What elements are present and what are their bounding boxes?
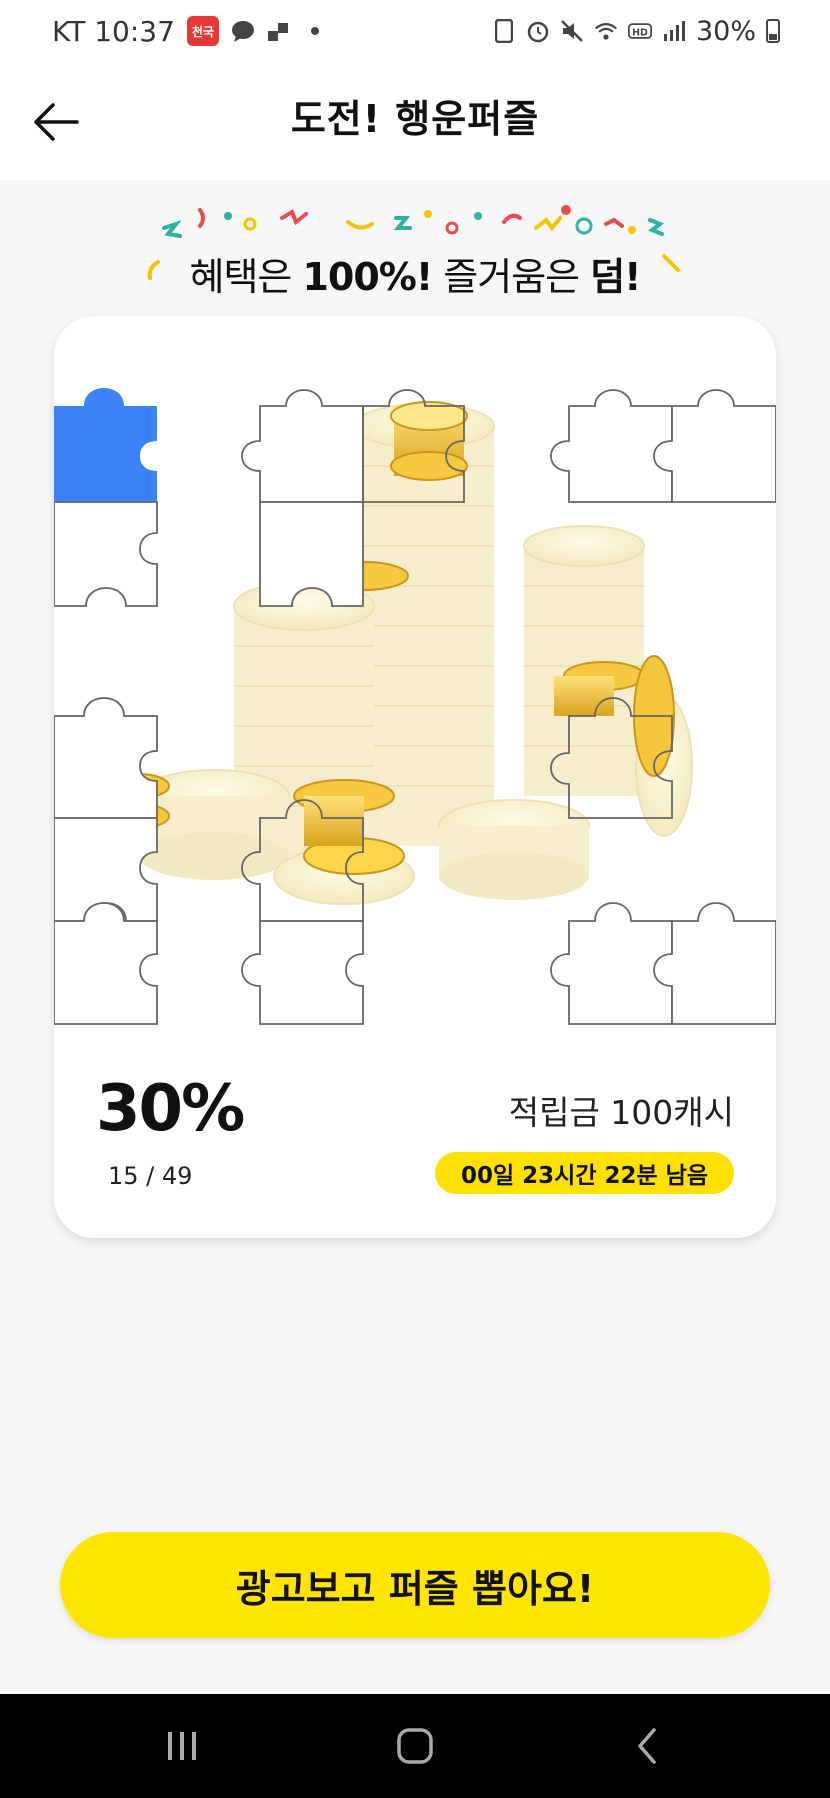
puzzle-card: 30% 15 / 49 적립금 100캐시 00일 23시간 22분 남음 <box>54 316 776 1238</box>
home-button[interactable] <box>385 1718 445 1774</box>
back-icon <box>638 1728 656 1764</box>
puzzle-piece <box>653 902 776 1025</box>
wifi-icon <box>594 19 618 43</box>
cta-label: 광고보고 퍼즐 뽑아요! <box>235 1566 595 1611</box>
watch-ad-draw-button[interactable]: 광고보고 퍼즐 뽑아요! <box>60 1532 770 1638</box>
battery-icon <box>766 19 780 43</box>
banner-text-2: 100%! <box>302 255 433 299</box>
app-notification-icon: 천국 <box>186 16 219 46</box>
puzzle-piece <box>653 389 776 503</box>
status-left: KT 10:37 천국 <box>52 15 327 48</box>
promo-banner: 혜택은 100%! 즐거움은 덤! <box>0 200 830 300</box>
page-title: 도전! 행운퍼즐 <box>290 97 540 141</box>
recent-apps-button[interactable] <box>152 1718 212 1774</box>
home-icon <box>397 1728 433 1764</box>
reward-label: 적립금 100캐시 <box>508 1093 734 1132</box>
puzzle-board[interactable] <box>54 386 776 1056</box>
system-nav-bar <box>0 1694 830 1798</box>
puzzle-piece <box>241 389 364 503</box>
time-left-text: 00일 23시간 22분 남음 <box>460 1163 708 1189</box>
puzzle-piece <box>54 501 158 607</box>
coin-stack-right <box>523 525 645 796</box>
battery-percent: 30% <box>695 15 756 47</box>
puzzle-image <box>54 388 776 1025</box>
time-left-badge: 00일 23시간 22분 남음 <box>434 1152 734 1194</box>
carrier-time: KT 10:37 <box>52 14 175 48</box>
steps-icon <box>267 19 291 43</box>
banner-text-4: 덤! <box>590 255 641 299</box>
app-header: 도전! 행운퍼즐 <box>0 62 830 180</box>
puzzle-piece <box>550 902 673 1025</box>
puzzle-piece <box>241 920 364 1025</box>
chat-bubble-icon <box>231 19 255 43</box>
puzzle-piece <box>54 902 158 1025</box>
progress-percent: 30% <box>96 1072 245 1146</box>
sim-icon <box>492 19 516 43</box>
banner-slogan: 혜택은 100%! 즐거움은 덤! <box>0 246 830 301</box>
puzzle-piece <box>54 697 158 819</box>
puzzle-piece <box>550 389 673 503</box>
piece-count: 15 / 49 <box>108 1162 193 1190</box>
status-bar: KT 10:37 천국 HD 30% <box>0 0 830 62</box>
hd-icon: HD <box>627 19 652 43</box>
blue-puzzle-piece <box>54 388 157 502</box>
signal-icon <box>662 19 686 43</box>
mute-icon <box>560 19 584 43</box>
svg-text:HD: HD <box>632 27 648 38</box>
recent-apps-icon <box>168 1732 196 1760</box>
nav-back-button[interactable] <box>617 1718 677 1774</box>
more-notifications-icon <box>303 19 327 43</box>
banner-text-1: 혜택은 <box>189 255 303 299</box>
status-right: HD 30% <box>492 16 780 47</box>
banner-text-3: 즐거움은 <box>432 255 591 299</box>
alarm-icon <box>526 19 550 43</box>
